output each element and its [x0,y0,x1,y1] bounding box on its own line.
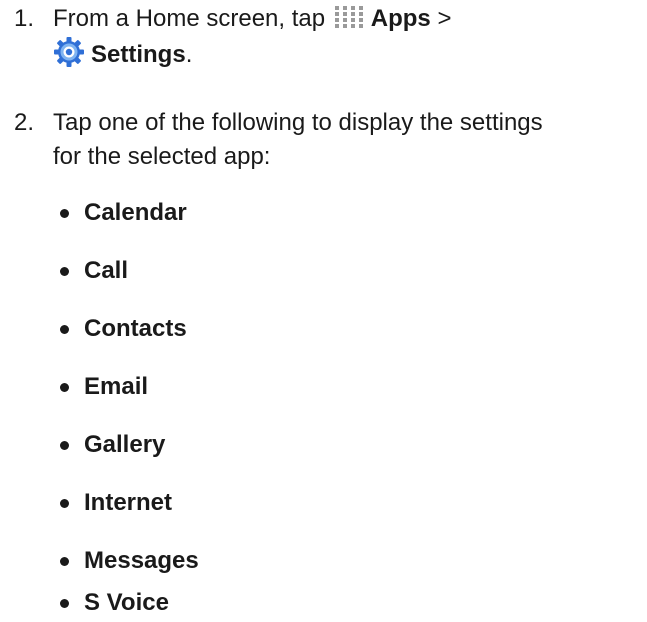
settings-gear-icon [54,37,84,67]
bullet-icon [60,383,69,392]
app-name: Internet [84,489,173,516]
step-2-line-2: for the selected app: [53,143,271,170]
settings-label: Settings [91,41,186,68]
app-name: Email [84,373,149,400]
bullet-icon [60,209,69,218]
step-number: 2. [14,109,35,136]
app-name: Call [84,257,129,284]
bullet-icon [60,557,69,566]
instructions-document: 1. From a Home screen, tap Apps > Settin… [0,0,647,622]
bullet-icon [60,599,69,608]
step-1-text: From a Home screen, tap Apps > Settings. [53,2,643,72]
apps-grid-icon [334,6,363,28]
app-name: Contacts [84,315,187,342]
menu-separator: > [437,5,452,32]
step-1-suffix: . [185,41,193,68]
app-name: Gallery [84,431,166,458]
app-name: Messages [84,547,199,574]
apps-label: Apps [370,5,431,32]
bullet-icon [60,499,69,508]
app-name: S Voice [84,589,169,616]
app-name: Calendar [84,199,187,226]
step-2-line-1: Tap one of the following to display the … [53,109,543,136]
step-1-prefix: From a Home screen, tap [53,5,326,32]
bullet-icon [60,267,69,276]
step-number: 1. [14,5,35,32]
bullet-icon [60,325,69,334]
bullet-icon [60,441,69,450]
step-2-text: Tap one of the following to display the … [53,106,643,174]
